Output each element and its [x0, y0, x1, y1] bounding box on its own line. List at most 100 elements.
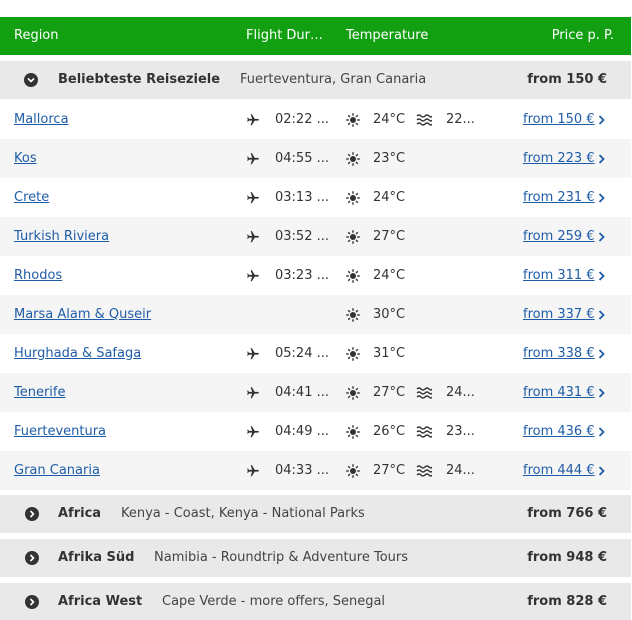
chevron-right-icon[interactable]: [598, 426, 605, 441]
sun-icon: [346, 269, 360, 287]
water-temperature: 24...: [446, 385, 475, 400]
group-name: Africa West: [58, 594, 143, 609]
flight-duration: 04:49 ...: [275, 424, 329, 439]
group-beliebteste-reiseziele[interactable]: Beliebteste Reiseziele Fuerteventura, Gr…: [0, 61, 631, 99]
chevron-right-icon[interactable]: [598, 153, 605, 168]
destination-link[interactable]: Crete: [14, 190, 49, 205]
airplane-icon: [246, 425, 260, 443]
airplane-icon: [246, 113, 260, 131]
price-link[interactable]: from 150 €: [523, 112, 595, 127]
destination-link[interactable]: Fuerteventura: [14, 424, 106, 439]
flight-duration: 03:23 ...: [275, 268, 329, 283]
sun-icon: [346, 230, 360, 248]
header-flight-duration: Flight Duration: [246, 28, 326, 43]
group-price: from 828 €: [527, 594, 607, 609]
table-row[interactable]: Tenerife 04:41 ... 27°C 24... from 431 €: [0, 373, 631, 412]
price-link[interactable]: from 311 €: [523, 268, 595, 283]
table-header: Region Flight Duration Temperature Price…: [0, 17, 631, 55]
destination-link[interactable]: Rhodos: [14, 268, 62, 283]
water-temperature: 22...: [446, 112, 475, 127]
table-row[interactable]: Marsa Alam & Quseir 30°C from 337 €: [0, 295, 631, 334]
flight-duration: 03:52 ...: [275, 229, 329, 244]
table-row[interactable]: Turkish Riviera 03:52 ... 27°C from 259 €: [0, 217, 631, 256]
chevron-right-icon[interactable]: [598, 465, 605, 480]
header-region: Region: [14, 28, 59, 43]
chevron-circle-right-icon[interactable]: [25, 507, 39, 521]
sun-icon: [346, 386, 360, 404]
group-subtitle: Kenya - Coast, Kenya - National Parks: [121, 506, 365, 521]
sun-icon: [346, 308, 360, 326]
airplane-icon: [246, 230, 260, 248]
water-temperature: 23...: [446, 424, 475, 439]
group-name: Beliebteste Reiseziele: [58, 72, 221, 87]
table-row[interactable]: Rhodos 03:23 ... 24°C from 311 €: [0, 256, 631, 295]
chevron-right-icon[interactable]: [598, 231, 605, 246]
chevron-right-icon[interactable]: [598, 270, 605, 285]
airplane-icon: [246, 386, 260, 404]
chevron-right-icon[interactable]: [598, 309, 605, 324]
group-africa[interactable]: Africa Kenya - Coast, Kenya - National P…: [0, 495, 631, 533]
chevron-right-icon[interactable]: [598, 348, 605, 363]
price-link[interactable]: from 223 €: [523, 151, 595, 166]
sun-icon: [346, 113, 360, 131]
air-temperature: 24°C: [373, 268, 406, 283]
waves-icon: [416, 114, 433, 130]
airplane-icon: [246, 152, 260, 170]
water-temperature: 24...: [446, 463, 475, 478]
price-link[interactable]: from 431 €: [523, 385, 595, 400]
group-price: from 150 €: [527, 72, 607, 87]
table-row[interactable]: Fuerteventura 04:49 ... 26°C 23... from 436 …: [0, 412, 631, 451]
table-row[interactable]: Crete 03:13 ... 24°C from 231 €: [0, 178, 631, 217]
chevron-circle-down-icon[interactable]: [24, 73, 38, 87]
flight-duration: 04:55 ...: [275, 151, 329, 166]
sun-icon: [346, 347, 360, 365]
destination-link[interactable]: Kos: [14, 151, 37, 166]
air-temperature: 27°C: [373, 229, 406, 244]
chevron-circle-right-icon[interactable]: [25, 595, 39, 609]
waves-icon: [416, 426, 433, 442]
flight-duration: 04:33 ...: [275, 463, 329, 478]
air-temperature: 30°C: [373, 307, 406, 322]
price-link[interactable]: from 338 €: [523, 346, 595, 361]
destination-link[interactable]: Gran Canaria: [14, 463, 100, 478]
destination-link[interactable]: Turkish Riviera: [14, 229, 109, 244]
airplane-icon: [246, 464, 260, 482]
group-subtitle: Namibia - Roundtrip & Adventure Tours: [154, 550, 409, 565]
sun-icon: [346, 464, 360, 482]
price-link[interactable]: from 436 €: [523, 424, 595, 439]
table-row[interactable]: Hurghada & Safaga 05:24 ... 31°C from 338 €: [0, 334, 631, 373]
chevron-circle-right-icon[interactable]: [25, 551, 39, 565]
group-price: from 948 €: [527, 550, 607, 565]
group-afrika-sued[interactable]: Afrika Süd Namibia - Roundtrip & Adventu…: [0, 539, 631, 577]
waves-icon: [416, 387, 433, 403]
table-row[interactable]: Kos 04:55 ... 23°C from 223 €: [0, 139, 631, 178]
sun-icon: [346, 152, 360, 170]
table-row[interactable]: Gran Canaria 04:33 ... 27°C 24... from 444 €: [0, 451, 631, 490]
price-link[interactable]: from 337 €: [523, 307, 595, 322]
price-link[interactable]: from 231 €: [523, 190, 595, 205]
air-temperature: 27°C: [373, 463, 406, 478]
group-africa-west[interactable]: Africa West Cape Verde - more offers, Se…: [0, 583, 631, 620]
flight-duration: 05:24 ...: [275, 346, 329, 361]
destination-link[interactable]: Mallorca: [14, 112, 69, 127]
header-temperature: Temperature: [346, 28, 429, 43]
air-temperature: 23°C: [373, 151, 406, 166]
flight-duration: 03:13 ...: [275, 190, 329, 205]
air-temperature: 27°C: [373, 385, 406, 400]
price-link[interactable]: from 444 €: [523, 463, 595, 478]
table-row[interactable]: Mallorca 02:22 ... 24°C 22... from 150 €: [0, 100, 631, 139]
destination-link[interactable]: Hurghada & Safaga: [14, 346, 141, 361]
destination-link[interactable]: Tenerife: [14, 385, 66, 400]
chevron-right-icon[interactable]: [598, 114, 605, 129]
chevron-right-icon[interactable]: [598, 192, 605, 207]
group-price: from 766 €: [527, 506, 607, 521]
group-subtitle: Fuerteventura, Gran Canaria: [240, 72, 427, 87]
air-temperature: 24°C: [373, 112, 406, 127]
header-price: Price p. P.: [551, 28, 614, 43]
chevron-right-icon[interactable]: [598, 387, 605, 402]
group-name: Africa: [58, 506, 102, 521]
group-subtitle: Cape Verde - more offers, Senegal: [162, 594, 386, 609]
waves-icon: [416, 465, 433, 481]
price-link[interactable]: from 259 €: [523, 229, 595, 244]
destination-link[interactable]: Marsa Alam & Quseir: [14, 307, 151, 322]
